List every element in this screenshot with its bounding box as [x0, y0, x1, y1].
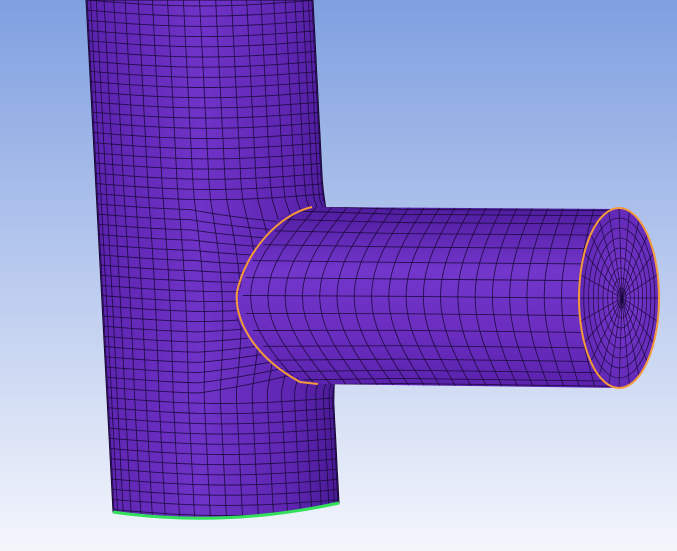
3d-viewport[interactable]	[0, 0, 677, 551]
mesh-scene[interactable]	[0, 0, 677, 551]
branch-pipe-mesh[interactable]	[216, 206, 619, 388]
